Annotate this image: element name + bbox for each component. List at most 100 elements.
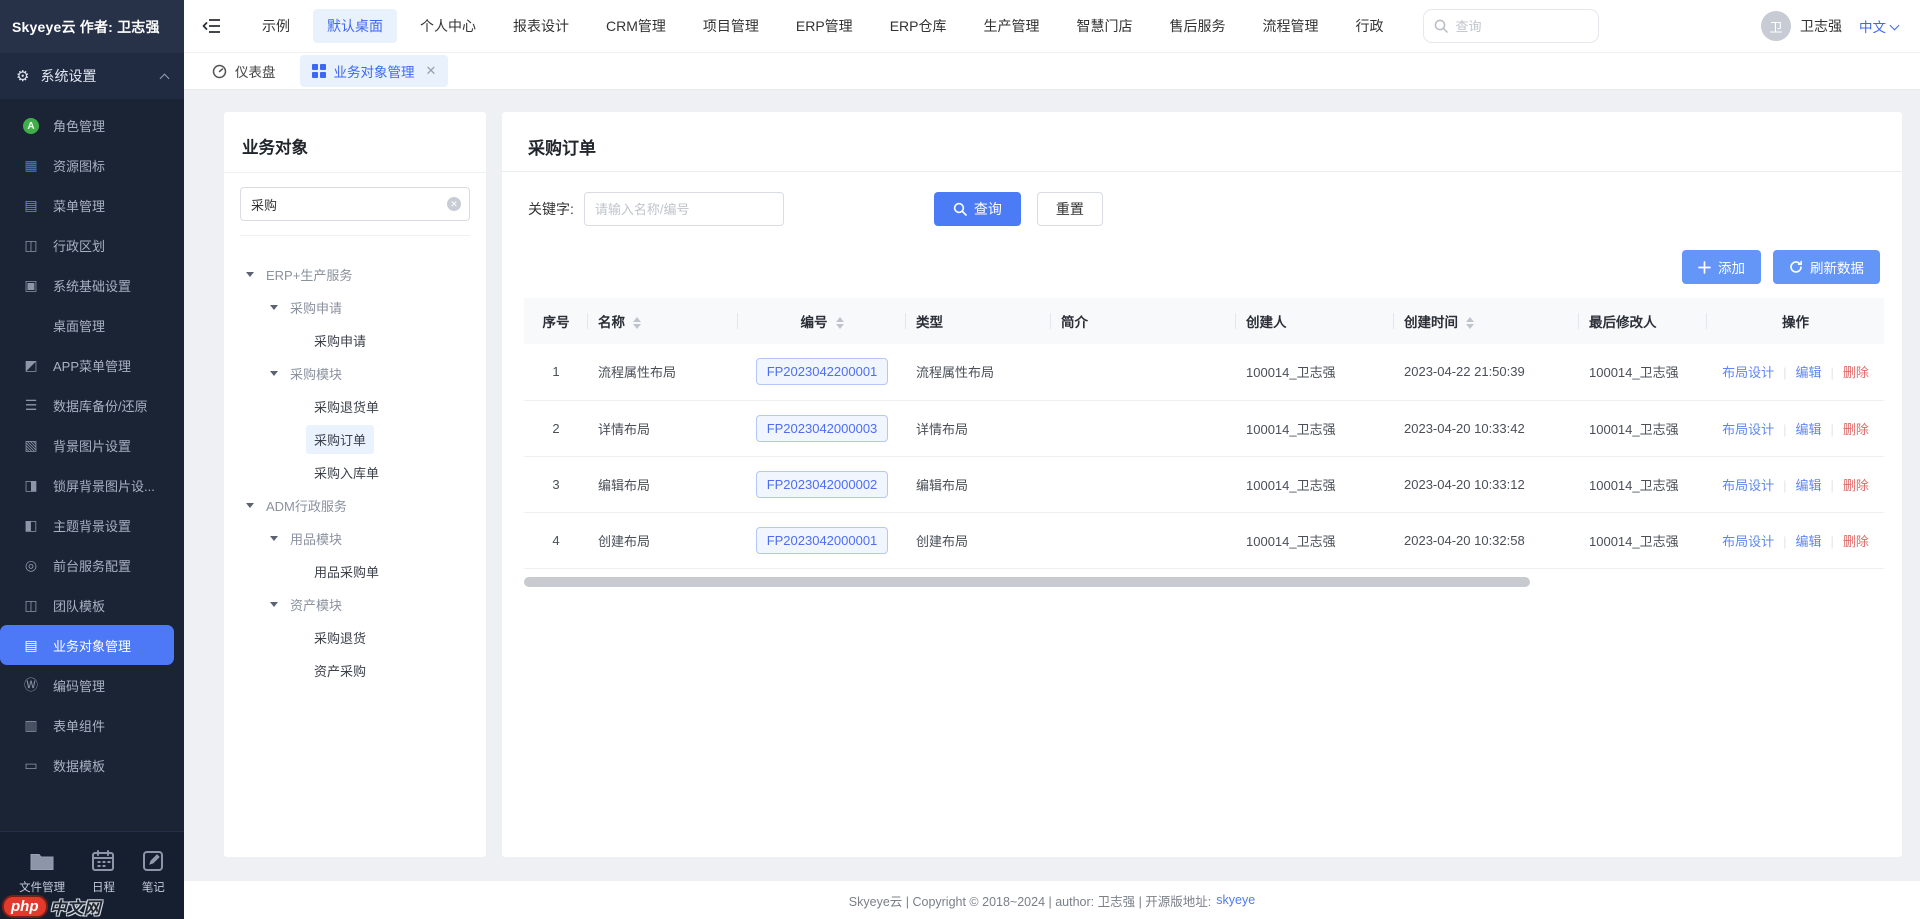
global-search[interactable] (1423, 9, 1599, 43)
reset-button[interactable]: 重置 (1037, 192, 1103, 226)
cell-intro (1051, 344, 1236, 400)
sidebar-item-9[interactable]: ◨锁屏背景图片设... (0, 465, 184, 505)
layout-design-link[interactable]: 布局设计 (1722, 478, 1774, 493)
user-name: 卫志强 (1800, 16, 1842, 36)
page-tab-1[interactable]: 业务对象管理✕ (300, 55, 449, 87)
cell-created-time: 2023-04-20 10:33:12 (1394, 456, 1579, 512)
column-header-1[interactable]: 名称 (588, 298, 738, 344)
tree-node-7[interactable]: ADM行政服务 (232, 489, 478, 522)
language-switcher[interactable]: 中文 (1859, 16, 1898, 36)
horizontal-scrollbar (524, 577, 1884, 587)
delete-link[interactable]: 删除 (1843, 534, 1869, 549)
topnav-item-4[interactable]: CRM管理 (592, 9, 680, 43)
edit-link[interactable]: 编辑 (1795, 365, 1821, 380)
sidebar-item-0[interactable]: A角色管理 (0, 105, 184, 145)
dock-item-1[interactable]: 日程 (91, 850, 115, 895)
sidebar-item-10[interactable]: ◧主题背景设置 (0, 505, 184, 545)
tree-node-2[interactable]: 采购申请 (232, 324, 478, 357)
tree-node-11[interactable]: 采购退货 (232, 621, 478, 654)
refresh-button[interactable]: 刷新数据 (1773, 250, 1880, 284)
sidebar-item-6[interactable]: ◩APP菜单管理 (0, 345, 184, 385)
dock-item-0[interactable]: 文件管理 (19, 850, 65, 895)
topnav-item-9[interactable]: 智慧门店 (1062, 9, 1146, 43)
topnav-item-6[interactable]: ERP管理 (782, 9, 867, 43)
sidebar-section-system-settings[interactable]: ⚙ 系统设置 (0, 53, 184, 99)
column-header-6[interactable]: 创建时间 (1394, 298, 1579, 344)
close-icon[interactable]: ✕ (426, 63, 437, 79)
sidebar-item-16[interactable]: ▭数据模板 (0, 745, 184, 785)
global-search-input[interactable] (1455, 19, 1588, 34)
tree-node-6[interactable]: 采购入库单 (232, 456, 478, 489)
clear-icon[interactable]: ✕ (447, 197, 461, 211)
cell-name: 编辑布局 (588, 456, 738, 512)
add-button[interactable]: 添加 (1682, 250, 1761, 284)
column-header-label: 最后修改人 (1589, 315, 1657, 330)
query-button[interactable]: 查询 (934, 192, 1021, 226)
delete-link[interactable]: 删除 (1843, 365, 1869, 380)
column-header-4: 简介 (1051, 298, 1236, 344)
tree-node-1[interactable]: 采购申请 (232, 291, 478, 324)
tree-node-0[interactable]: ERP+生产服务 (232, 258, 478, 291)
delete-link[interactable]: 删除 (1843, 478, 1869, 493)
topnav-item-7[interactable]: ERP仓库 (876, 9, 961, 43)
page-tab-0[interactable]: 仪表盘 (200, 55, 288, 87)
layout-design-link[interactable]: 布局设计 (1722, 422, 1774, 437)
sidebar-item-13[interactable]: ▤业务对象管理 (0, 625, 174, 665)
sidebar-item-8[interactable]: ▧背景图片设置 (0, 425, 184, 465)
scrollbar-thumb[interactable] (524, 577, 1530, 587)
sidebar-item-1[interactable]: ▦资源图标 (0, 145, 184, 185)
topnav-item-8[interactable]: 生产管理 (969, 9, 1053, 43)
tree-node-8[interactable]: 用品模块 (232, 522, 478, 555)
tree-search-input[interactable] (240, 187, 470, 221)
tree-node-5[interactable]: 采购订单 (232, 423, 478, 456)
table-row: 2详情布局FP2023042000003详情布局100014_卫志强2023-0… (524, 400, 1884, 456)
tree-node-3[interactable]: 采购模块 (232, 357, 478, 390)
tree-node-12[interactable]: 资产采购 (232, 654, 478, 687)
tree-node-9[interactable]: 用品采购单 (232, 555, 478, 588)
tree-search: ✕ (240, 187, 470, 236)
delete-link[interactable]: 删除 (1843, 422, 1869, 437)
topnav-item-0[interactable]: 示例 (248, 9, 304, 43)
column-header-2[interactable]: 编号 (738, 298, 906, 344)
sidebar-item-12[interactable]: ◫团队模板 (0, 585, 184, 625)
topnav-item-1[interactable]: 默认桌面 (313, 9, 397, 43)
topnav-item-5[interactable]: 项目管理 (689, 9, 773, 43)
edit-link[interactable]: 编辑 (1795, 534, 1821, 549)
user-menu[interactable]: 卫 卫志强 中文 (1761, 11, 1898, 41)
tree-node-4[interactable]: 采购退货单 (232, 390, 478, 423)
cell-name: 详情布局 (588, 400, 738, 456)
edit-link[interactable]: 编辑 (1795, 422, 1821, 437)
topnav-item-2[interactable]: 个人中心 (406, 9, 490, 43)
sort-icon[interactable] (633, 317, 641, 329)
watermark-text: 中文网 (50, 894, 101, 919)
action-divider: | (1831, 422, 1834, 437)
layout-design-link[interactable]: 布局设计 (1722, 534, 1774, 549)
topnav-item-11[interactable]: 流程管理 (1248, 9, 1332, 43)
sort-icon[interactable] (836, 317, 844, 329)
cell-code: FP2023042000003 (738, 400, 906, 456)
tree-node-10[interactable]: 资产模块 (232, 588, 478, 621)
dock-item-2[interactable]: 笔记 (142, 850, 165, 895)
sidebar-collapse-icon[interactable] (198, 13, 224, 39)
sidebar-item-3[interactable]: ◫行政区划 (0, 225, 184, 265)
app-logo: Skyeye云 作者: 卫志强 (0, 0, 184, 53)
sidebar-item-15[interactable]: ▥表单组件 (0, 705, 184, 745)
watermark: php 中文网 (2, 894, 101, 919)
sidebar-item-2[interactable]: ▤菜单管理 (0, 185, 184, 225)
cell-no: 4 (524, 512, 588, 568)
sidebar-item-14[interactable]: Ⓦ编码管理 (0, 665, 184, 705)
layout-design-link[interactable]: 布局设计 (1722, 365, 1774, 380)
keyword-input[interactable] (584, 192, 784, 226)
sidebar-item-7[interactable]: ☰数据库备份/还原 (0, 385, 184, 425)
sidebar-item-5[interactable]: 桌面管理 (0, 305, 184, 345)
cell-type: 流程属性布局 (906, 344, 1051, 400)
topnav-item-3[interactable]: 报表设计 (499, 9, 583, 43)
topnav-item-10[interactable]: 售后服务 (1155, 9, 1239, 43)
topnav-item-12[interactable]: 行政 (1341, 9, 1397, 43)
sort-icon[interactable] (1466, 317, 1474, 329)
sidebar-item-11[interactable]: ◎前台服务配置 (0, 545, 184, 585)
sidebar-item-4[interactable]: ▣系统基础设置 (0, 265, 184, 305)
edit-link[interactable]: 编辑 (1795, 478, 1821, 493)
database-icon: ☰ (22, 397, 40, 414)
footer-link[interactable]: skyeye (1216, 893, 1255, 907)
